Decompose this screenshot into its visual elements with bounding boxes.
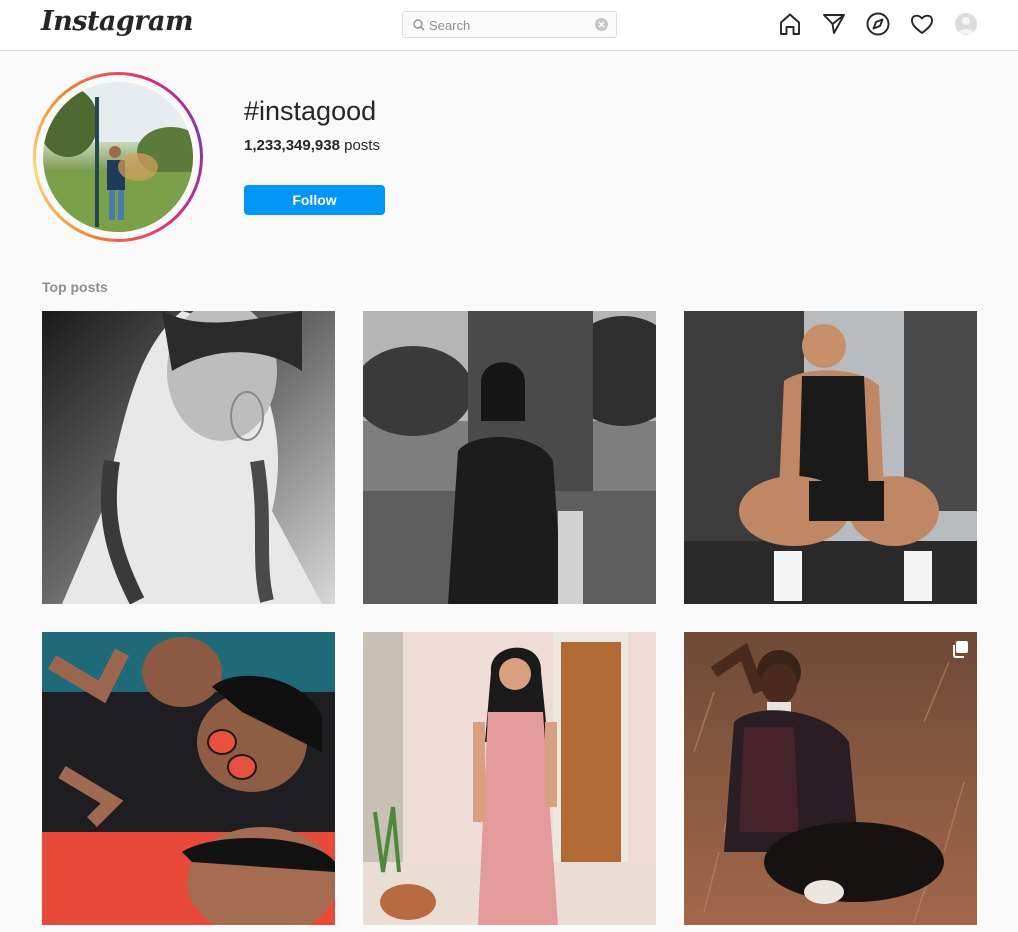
search-input[interactable] [429,15,589,35]
top-posts-heading: Top posts [42,279,108,295]
post-image [42,311,335,604]
multiple-images-icon [953,641,968,658]
post-image [684,311,977,604]
follow-button[interactable]: Follow [244,185,385,215]
post-tile[interactable] [363,311,656,604]
search-icon [413,19,425,31]
posts-count: 1,233,349,938 posts [244,137,380,154]
post-image [42,632,335,925]
direct-icon[interactable] [821,11,847,37]
post-tile[interactable] [42,311,335,604]
post-tile[interactable] [42,632,335,925]
clear-search-icon[interactable] [595,18,608,31]
search-box[interactable] [402,11,617,38]
post-tile[interactable] [684,311,977,604]
post-image [363,632,656,925]
activity-heart-icon[interactable] [909,11,935,37]
hashtag-profile-picture[interactable] [43,82,193,232]
instagram-logo[interactable]: Instagram [41,6,194,37]
posts-count-value: 1,233,349,938 [244,137,340,154]
profile-avatar[interactable] [955,13,977,35]
top-navigation-bar: Instagram [0,0,1018,51]
post-image [684,632,977,925]
posts-count-label: posts [344,137,380,154]
home-icon[interactable] [777,11,803,37]
post-tile[interactable] [684,632,977,925]
hashtag-title: #instagood [244,96,377,126]
explore-icon[interactable] [865,11,891,37]
post-image [363,311,656,604]
post-tile[interactable] [363,632,656,925]
